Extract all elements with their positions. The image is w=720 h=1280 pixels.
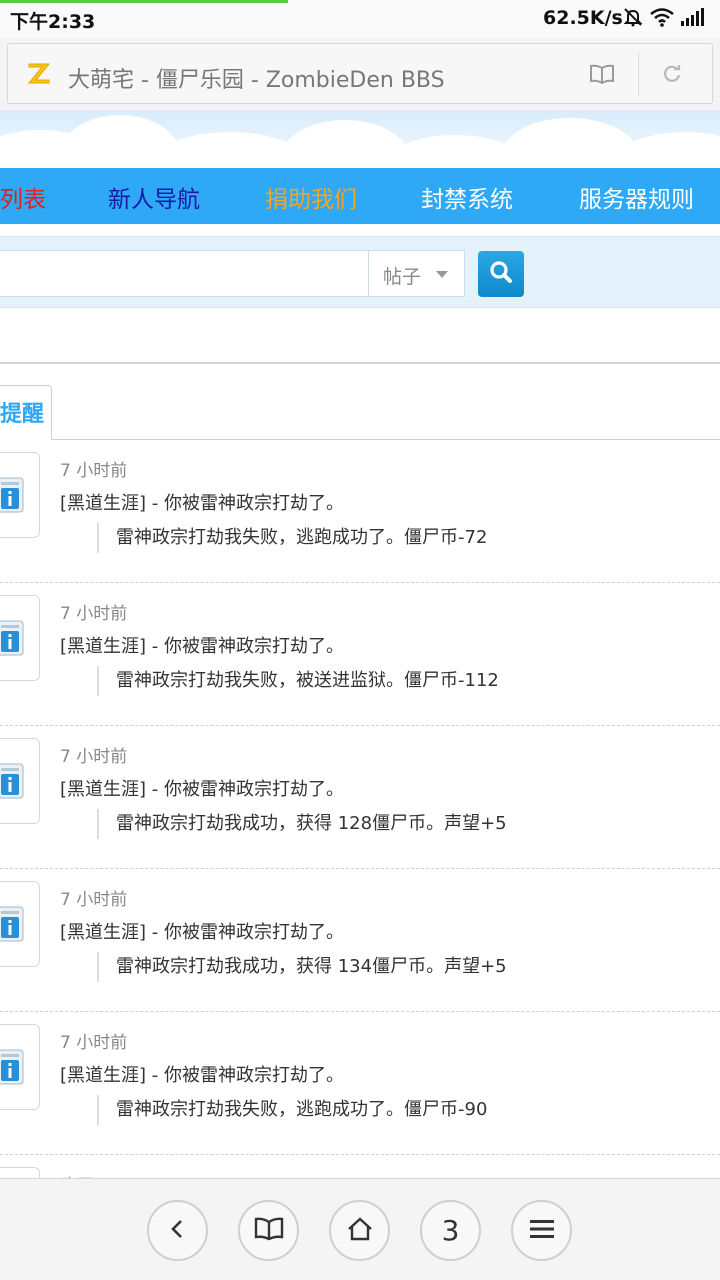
section-divider <box>0 362 720 364</box>
browser-screen: 下午2:33 62.5K/s 大萌宅 - 僵尸乐园 - ZombieDen BB… <box>0 0 720 1280</box>
page-title: 大萌宅 - 僵尸乐园 - ZombieDen BBS <box>68 68 445 93</box>
signal-icon <box>680 7 704 27</box>
muted-bell-icon <box>622 6 644 28</box>
site-logo-icon <box>26 60 52 86</box>
notification-item[interactable]: 7 小时前 [黑道生涯] - 你被雷神政宗打劫了。雷神政宗打劫我成功，获得 128… <box>0 726 720 869</box>
notice-time: 7 小时前 <box>60 604 128 624</box>
search-input[interactable] <box>0 250 368 297</box>
header-banner <box>0 110 720 168</box>
back-button[interactable] <box>147 1200 208 1261</box>
search-type-select[interactable]: 帖子 <box>368 250 465 297</box>
nav-item-newbie-guide[interactable]: 新人导航 <box>108 180 200 214</box>
notice-info-icon <box>0 595 40 681</box>
status-bar: 下午2:33 62.5K/s <box>0 0 720 38</box>
notice-detail: 雷神政宗打劫我成功，获得 128僵尸币。声望+5 <box>97 809 507 839</box>
notice-info-icon <box>0 452 40 538</box>
bookmarks-icon <box>254 1217 284 1245</box>
url-field[interactable]: 大萌宅 - 僵尸乐园 - ZombieDen BBS <box>7 43 713 104</box>
notice-title: [黑道生涯] - 你被雷神政宗打劫了。 <box>60 493 344 514</box>
notice-detail: 雷神政宗打劫我成功，获得 134僵尸币。声望+5 <box>97 952 507 982</box>
reload-icon[interactable] <box>656 58 688 90</box>
home-button[interactable] <box>329 1200 390 1261</box>
reader-mode-icon[interactable] <box>586 58 618 90</box>
menu-icon <box>529 1218 555 1244</box>
notification-item[interactable]: 7 小时前 [黑道生涯] - 你被雷神政宗打劫了。雷神政宗打劫我失败，逃跑成功了。… <box>0 440 720 583</box>
notification-item[interactable]: 7 小时前 [黑道生涯] - 你被雷神政宗打劫了。雷神政宗打劫我成功，获得 134… <box>0 869 720 1012</box>
nav-item-ban-system[interactable]: 封禁系统 <box>421 180 513 214</box>
notice-info-icon <box>0 1024 40 1110</box>
notice-time: 7 小时前 <box>60 747 128 767</box>
home-icon <box>346 1216 374 1246</box>
back-icon <box>166 1217 190 1245</box>
status-time: 下午2:33 <box>10 11 96 33</box>
tabs-count: 3 <box>441 1214 460 1247</box>
menu-button[interactable] <box>511 1200 572 1261</box>
status-icons <box>622 6 704 28</box>
nav-item-donate[interactable]: 捐助我们 <box>265 180 357 214</box>
nav-item-server-rules[interactable]: 服务器规则 <box>579 180 694 214</box>
tabs-button[interactable]: 3 <box>420 1200 481 1261</box>
browser-toolbar: 3 <box>0 1178 720 1280</box>
tab-reminders-label: 提醒 <box>0 402 45 427</box>
search-button[interactable] <box>478 251 524 297</box>
notice-detail: 雷神政宗打劫我失败，被送进监狱。僵尸币-112 <box>97 666 499 696</box>
notice-title: [黑道生涯] - 你被雷神政宗打劫了。 <box>60 779 344 800</box>
notice-title: [黑道生涯] - 你被雷神政宗打劫了。 <box>60 1065 344 1086</box>
notification-item[interactable]: 7 小时前 [黑道生涯] - 你被雷神政宗打劫了。雷神政宗打劫我失败，被送进监狱。… <box>0 583 720 726</box>
notice-title: [黑道生涯] - 你被雷神政宗打劫了。 <box>60 636 344 657</box>
notice-detail: 雷神政宗打劫我失败，逃跑成功了。僵尸币-90 <box>97 1095 487 1125</box>
notice-title: [黑道生涯] - 你被雷神政宗打劫了。 <box>60 922 344 943</box>
page-load-progress <box>0 0 288 3</box>
chevron-down-icon <box>436 271 448 278</box>
search-type-label: 帖子 <box>383 266 422 288</box>
network-speed: 62.5K/s <box>543 7 623 29</box>
notice-detail: 雷神政宗打劫我失败，逃跑成功了。僵尸币-72 <box>97 523 487 553</box>
wifi-icon <box>650 7 674 27</box>
notification-item[interactable]: 7 小时前 [黑道生涯] - 你被雷神政宗打劫了。雷神政宗打劫我失败，逃跑成功了。… <box>0 1012 720 1155</box>
search-icon <box>488 259 514 289</box>
address-divider <box>638 52 639 96</box>
nav-item-list[interactable]: 列表 <box>0 180 46 214</box>
notice-time: 7 小时前 <box>60 1033 128 1053</box>
bookmarks-button[interactable] <box>238 1200 299 1261</box>
main-nav: 列表 新人导航 捐助我们 封禁系统 服务器规则 <box>0 168 720 224</box>
notice-info-icon <box>0 738 40 824</box>
address-bar: 大萌宅 - 僵尸乐园 - ZombieDen BBS <box>0 38 720 110</box>
notice-info-icon <box>0 881 40 967</box>
notice-time: 7 小时前 <box>60 461 128 481</box>
search-bar: 帖子 <box>0 236 720 308</box>
notice-time: 7 小时前 <box>60 890 128 910</box>
